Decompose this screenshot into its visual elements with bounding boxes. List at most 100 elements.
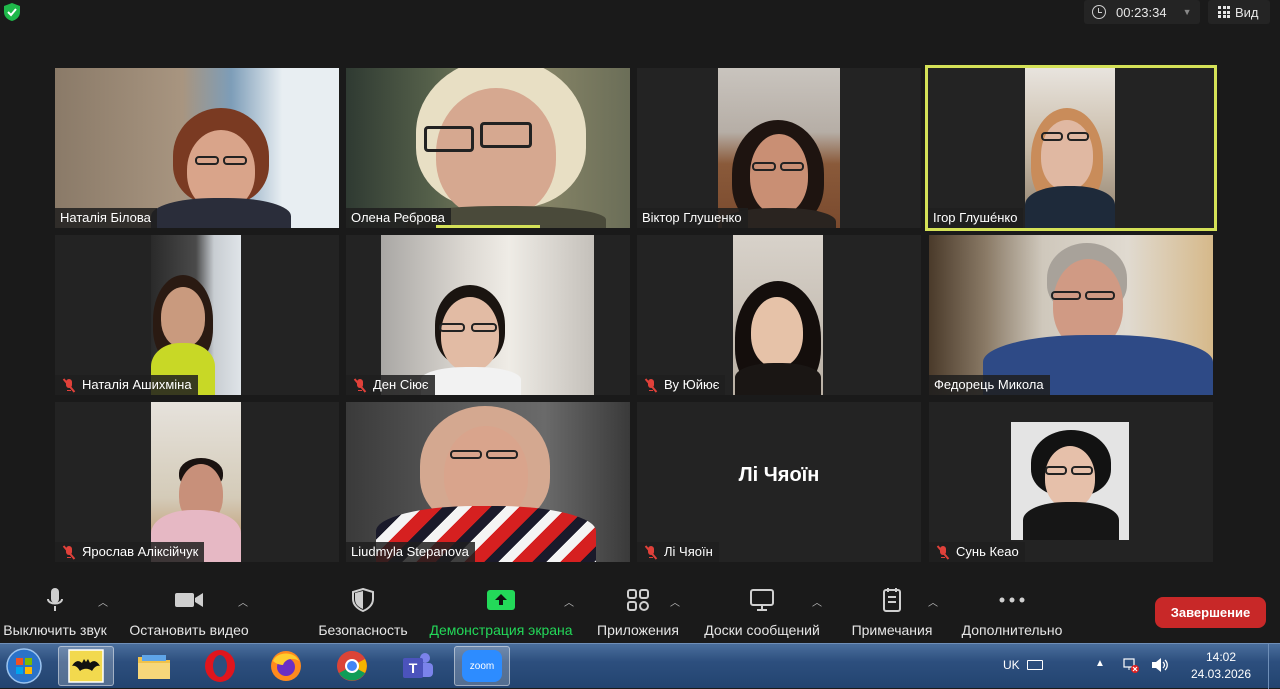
zoom-icon: zoom <box>462 650 502 682</box>
shield-icon <box>352 588 374 612</box>
encryption-shield-icon[interactable] <box>4 3 20 21</box>
participant-tile[interactable]: Ден Сіює <box>346 235 630 395</box>
taskbar-file-explorer[interactable] <box>126 646 182 686</box>
participant-display-name: Лі Чяоїн <box>738 464 820 486</box>
language-indicator[interactable]: UK <box>1003 658 1043 672</box>
participant-name: Федорець Микола <box>929 375 1050 395</box>
more-button[interactable]: Дополнительно <box>956 580 1068 643</box>
view-button[interactable]: Вид <box>1208 0 1270 24</box>
muted-mic-icon <box>62 378 76 393</box>
participant-video <box>929 235 1213 395</box>
notes-icon <box>883 588 901 612</box>
windows-start-button[interactable] <box>0 646 48 686</box>
show-hidden-icons-button[interactable]: ▲ <box>1095 658 1105 669</box>
share-screen-icon <box>487 590 515 610</box>
taskbar-teams[interactable]: T <box>390 646 446 686</box>
taskbar-firefox[interactable] <box>258 646 314 686</box>
zoom-window: 00:23:34 ▼ Вид Наталія Білова Олена Ребр… <box>0 0 1280 643</box>
microphone-icon <box>47 588 63 611</box>
taskbar-chrome[interactable] <box>324 646 380 686</box>
firefox-icon <box>271 651 301 681</box>
participant-tile-no-video[interactable]: Лі Чяоїн Лі Чяоїн <box>637 402 921 562</box>
whiteboards-button[interactable]: Доски сообщений <box>698 580 826 643</box>
chrome-icon <box>337 651 367 681</box>
windows-logo-icon <box>6 648 42 684</box>
participant-name: Сунь Кеао <box>929 542 1025 562</box>
keyboard-icon <box>1026 660 1043 670</box>
participant-tile[interactable]: Ву Юйює <box>637 235 921 395</box>
audio-indicator <box>436 225 540 228</box>
windows-taskbar: T zoom UK ▲ 14:02 24.03.2026 <box>0 643 1280 689</box>
whiteboards-options-caret[interactable]: ︿ <box>812 594 822 609</box>
grid-icon <box>1218 6 1230 18</box>
svg-text:T: T <box>409 660 418 676</box>
participant-video <box>151 402 241 562</box>
participant-video <box>1025 68 1115 228</box>
participant-tile[interactable]: Наталія Ашихміна <box>55 235 339 395</box>
meeting-controls-toolbar: Выключить звук ︿ Остановить видео ︿ Безо… <box>0 580 1280 643</box>
timer-text: 00:23:34 <box>1116 4 1167 20</box>
participant-video <box>151 235 241 395</box>
share-options-caret[interactable]: ︿ <box>564 594 574 609</box>
chevron-down-icon: ▼ <box>1182 7 1192 17</box>
video-options-caret[interactable]: ︿ <box>238 594 248 609</box>
security-button[interactable]: Безопасность <box>314 580 412 643</box>
participant-name: Ву Юйює <box>637 375 726 395</box>
participant-name: Лі Чяоїн <box>637 542 719 562</box>
notes-button[interactable]: Примечания <box>846 580 938 643</box>
participant-name: Наталія Ашихміна <box>55 375 198 395</box>
participant-name: Ігор Глушéнко <box>928 208 1024 228</box>
bat-icon <box>68 649 104 683</box>
participant-name: Ден Сіює <box>346 375 435 395</box>
opera-icon <box>205 650 235 682</box>
participant-tile[interactable]: Віктор Глушенко <box>637 68 921 228</box>
network-status-icon[interactable] <box>1122 656 1140 677</box>
taskbar-bat-app[interactable] <box>58 646 114 686</box>
participant-video <box>718 68 840 228</box>
participant-video <box>733 235 823 395</box>
taskbar-zoom[interactable]: zoom <box>454 646 510 686</box>
muted-mic-icon <box>62 545 76 560</box>
meeting-timer[interactable]: 00:23:34 ▼ <box>1084 0 1200 24</box>
stop-video-button[interactable]: Остановить видео <box>126 580 252 643</box>
mute-button[interactable]: Выключить звук <box>0 580 110 643</box>
participant-video <box>381 235 594 395</box>
notes-options-caret[interactable]: ︿ <box>928 594 938 609</box>
folder-icon <box>138 655 170 679</box>
participant-video <box>346 68 630 228</box>
apps-icon <box>627 589 649 611</box>
participant-tile[interactable]: Наталія Білова <box>55 68 339 228</box>
participant-tile[interactable]: Олена Реброва <box>346 68 630 228</box>
apps-button[interactable]: Приложения <box>592 580 684 643</box>
apps-options-caret[interactable]: ︿ <box>670 594 680 609</box>
share-screen-button[interactable]: Демонстрация экрана <box>424 580 578 643</box>
view-label: Вид <box>1235 4 1259 20</box>
participant-tile[interactable]: Liudmyla Stepanova <box>346 402 630 562</box>
participant-name: Ярослав Аліксійчук <box>55 542 205 562</box>
whiteboard-icon <box>750 589 774 611</box>
video-camera-icon <box>175 593 203 607</box>
participant-name: Наталія Білова <box>55 208 157 228</box>
end-meeting-button[interactable]: Завершение <box>1155 597 1266 628</box>
clock-icon <box>1092 5 1106 19</box>
participant-avatar-photo <box>1011 422 1129 540</box>
taskbar-opera[interactable] <box>192 646 248 686</box>
muted-mic-icon <box>644 378 658 393</box>
audio-options-caret[interactable]: ︿ <box>98 594 108 609</box>
muted-mic-icon <box>353 378 367 393</box>
participant-video <box>55 68 339 228</box>
more-dots-icon <box>999 597 1025 603</box>
participant-name: Віктор Глушенко <box>637 208 748 228</box>
participant-name: Liudmyla Stepanova <box>346 542 475 562</box>
muted-mic-icon <box>936 545 950 560</box>
participant-video <box>346 402 630 562</box>
participant-tile-active-speaker[interactable]: Ігор Глушéнко <box>925 65 1217 231</box>
muted-mic-icon <box>644 545 658 560</box>
system-clock[interactable]: 14:02 24.03.2026 <box>1186 649 1256 683</box>
teams-icon: T <box>403 653 433 678</box>
participant-tile[interactable]: Ярослав Аліксійчук <box>55 402 339 562</box>
participant-tile[interactable]: Сунь Кеао <box>929 402 1213 562</box>
participant-tile[interactable]: Федорець Микола <box>929 235 1213 395</box>
volume-icon[interactable] <box>1150 656 1170 677</box>
show-desktop-button[interactable] <box>1268 644 1280 689</box>
